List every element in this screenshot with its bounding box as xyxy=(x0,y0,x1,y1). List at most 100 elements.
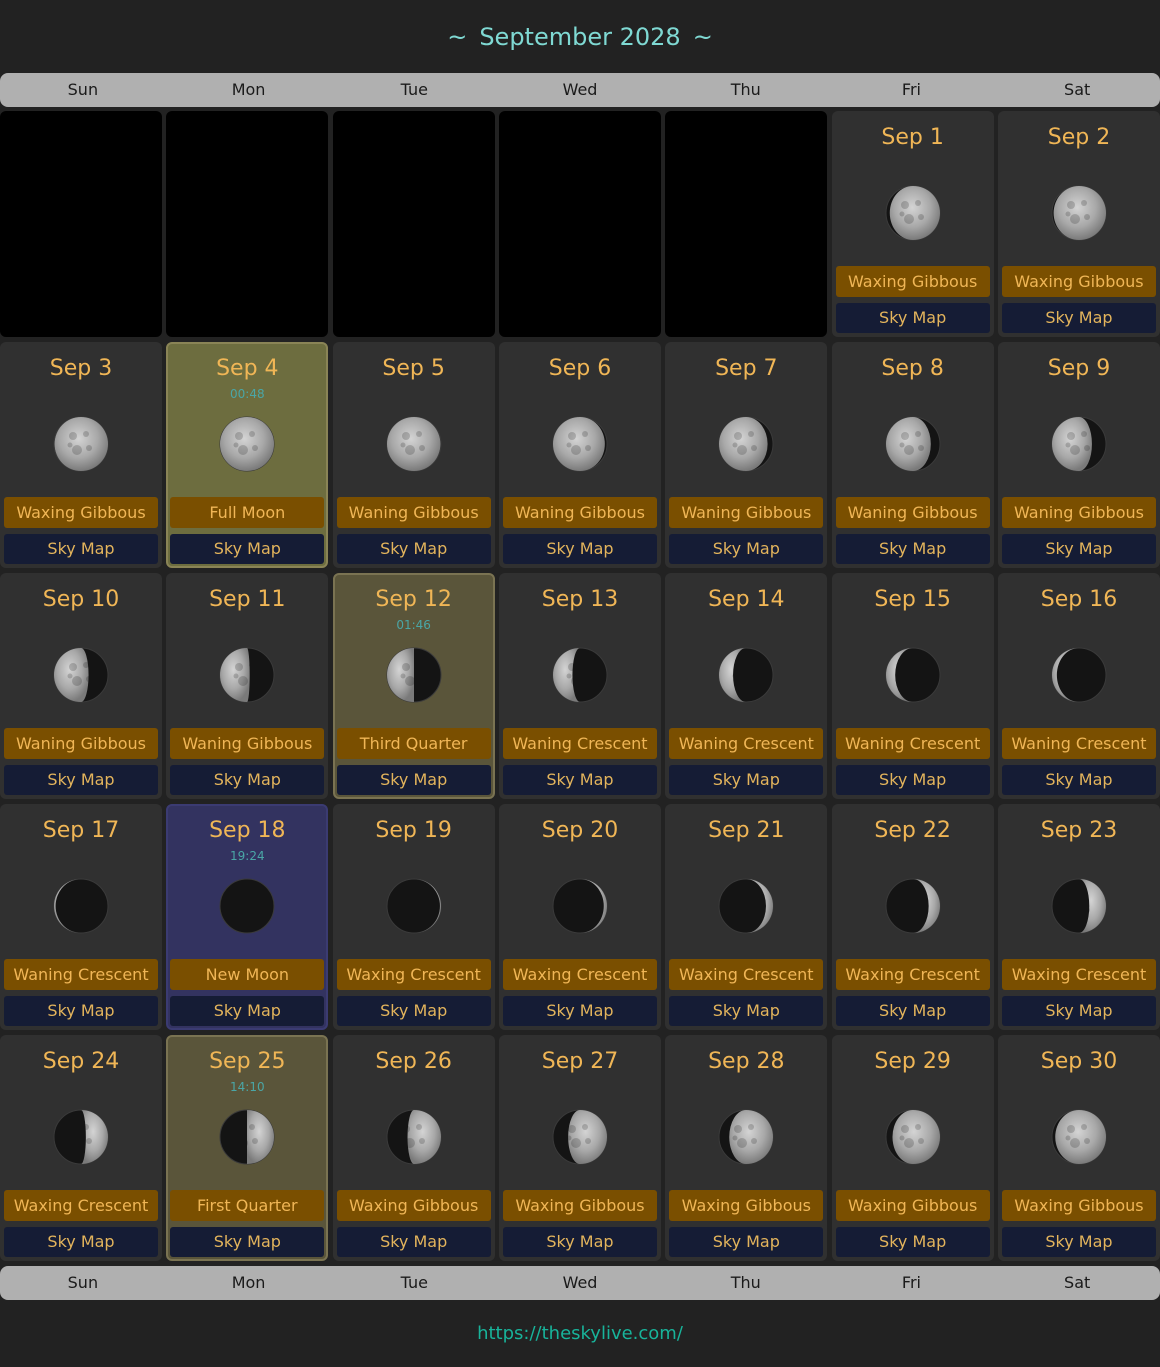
day-cell: Sep 11 Waning Gibbous Sky Map xyxy=(166,573,329,799)
sky-map-button[interactable]: Sky Map xyxy=(4,534,158,564)
phase-label: Waxing Crescent xyxy=(835,959,990,990)
day-date: Sep 28 xyxy=(708,1049,785,1074)
phase-label: Waxing Gibbous xyxy=(1001,266,1156,297)
day-cell: Sep 25 14:10 First Quarter Sky Map xyxy=(166,1035,329,1261)
sky-map-button[interactable]: Sky Map xyxy=(4,765,158,795)
sky-map-button[interactable]: Sky Map xyxy=(835,765,990,795)
sky-map-button[interactable]: Sky Map xyxy=(170,765,325,795)
sky-map-button[interactable]: Sky Map xyxy=(1001,996,1156,1026)
day-date: Sep 8 xyxy=(881,356,944,381)
day-date: Sep 24 xyxy=(42,1049,120,1074)
sky-map-button[interactable]: Sky Map xyxy=(502,996,657,1026)
weekday-wed: Wed xyxy=(562,80,598,99)
moon-phase-icon xyxy=(885,1109,941,1165)
day-cell: Sep 10 Waning Gibbous Sky Map xyxy=(0,573,162,799)
day-cell: Sep 23 Waxing Crescent Sky Map xyxy=(997,804,1160,1030)
moon-phase-icon xyxy=(219,416,275,472)
phase-time: 19:24 xyxy=(230,849,265,863)
phase-label: Waxing Gibbous xyxy=(4,497,158,528)
moon-phase-icon xyxy=(53,647,109,703)
footer-link[interactable]: https://theskylive.com/ xyxy=(0,1323,1160,1344)
sky-map-button[interactable]: Sky Map xyxy=(669,534,824,564)
phase-label: Waxing Crescent xyxy=(502,959,657,990)
page-title: ~ September 2028 ~ xyxy=(0,22,1160,52)
phase-label: Waxing Crescent xyxy=(336,959,491,990)
sky-map-button[interactable]: Sky Map xyxy=(336,996,491,1026)
phase-label: Waning Gibbous xyxy=(502,497,657,528)
phase-label: Third Quarter xyxy=(336,728,491,759)
weekday-tue: Tue xyxy=(400,80,428,99)
weekday-tue: Tue xyxy=(400,1273,428,1292)
moon-phase-icon xyxy=(885,878,941,934)
sky-map-button[interactable]: Sky Map xyxy=(4,996,158,1026)
sky-map-button[interactable]: Sky Map xyxy=(4,1227,158,1257)
sky-map-button[interactable]: Sky Map xyxy=(502,534,657,564)
sky-map-button[interactable]: Sky Map xyxy=(835,534,990,564)
sky-map-button[interactable]: Sky Map xyxy=(336,765,491,795)
empty-day-cell xyxy=(332,111,495,337)
empty-day-cell xyxy=(166,111,329,337)
sky-map-button[interactable]: Sky Map xyxy=(1001,765,1156,795)
moon-phase-icon xyxy=(1051,878,1107,934)
day-cell: Sep 18 19:24 New Moon Sky Map xyxy=(166,804,329,1030)
empty-day-cell xyxy=(665,111,828,337)
phase-label: New Moon xyxy=(170,959,325,990)
moon-phase-icon xyxy=(1051,416,1107,472)
moon-phase-icon xyxy=(219,878,275,934)
phase-label: Waning Crescent xyxy=(502,728,657,759)
sky-map-button[interactable]: Sky Map xyxy=(1001,534,1156,564)
sky-map-button[interactable]: Sky Map xyxy=(835,996,990,1026)
weekday-fri: Fri xyxy=(901,1273,921,1292)
weekday-sat: Sat xyxy=(1064,80,1091,99)
phase-label: Waxing Gibbous xyxy=(1001,1190,1156,1221)
sky-map-button[interactable]: Sky Map xyxy=(502,1227,657,1257)
sky-map-button[interactable]: Sky Map xyxy=(835,303,990,333)
moon-phase-icon xyxy=(885,185,941,241)
sky-map-button[interactable]: Sky Map xyxy=(336,1227,491,1257)
day-cell: Sep 17 Waning Crescent Sky Map xyxy=(0,804,162,1030)
day-date: Sep 16 xyxy=(1040,587,1118,612)
weekday-thu: Thu xyxy=(730,1273,761,1292)
moon-phase-icon xyxy=(1051,185,1107,241)
day-date: Sep 15 xyxy=(874,587,951,612)
sky-map-button[interactable]: Sky Map xyxy=(669,765,824,795)
sky-map-button[interactable]: Sky Map xyxy=(170,996,325,1026)
phase-time: 14:10 xyxy=(230,1080,265,1094)
moon-phase-icon xyxy=(53,1109,109,1165)
sky-map-button[interactable]: Sky Map xyxy=(502,765,657,795)
sky-map-button[interactable]: Sky Map xyxy=(669,1227,824,1257)
phase-label: Waxing Gibbous xyxy=(502,1190,657,1221)
sky-map-button[interactable]: Sky Map xyxy=(1001,303,1156,333)
sky-map-button[interactable]: Sky Map xyxy=(835,1227,990,1257)
phase-label: Full Moon xyxy=(170,497,325,528)
phase-label: Waxing Gibbous xyxy=(336,1190,491,1221)
moon-phase-icon xyxy=(1051,647,1107,703)
moon-phase-icon xyxy=(552,416,608,472)
phase-label: Waxing Crescent xyxy=(669,959,824,990)
day-cell: Sep 3 Waxing Gibbous Sky Map xyxy=(0,342,162,568)
sky-map-button[interactable]: Sky Map xyxy=(1001,1227,1156,1257)
day-date: Sep 27 xyxy=(541,1049,619,1074)
sky-map-button[interactable]: Sky Map xyxy=(669,996,824,1026)
day-cell: Sep 21 Waxing Crescent Sky Map xyxy=(665,804,828,1030)
day-date: Sep 9 xyxy=(1047,356,1111,381)
day-date: Sep 2 xyxy=(1047,125,1111,150)
sky-map-button[interactable]: Sky Map xyxy=(336,534,491,564)
day-date: Sep 25 xyxy=(209,1049,286,1074)
moon-phase-icon xyxy=(53,416,109,472)
day-cell: Sep 1 Waxing Gibbous Sky Map xyxy=(831,111,994,337)
day-cell: Sep 2 Waxing Gibbous Sky Map xyxy=(997,111,1160,337)
sky-map-button[interactable]: Sky Map xyxy=(170,534,325,564)
phase-label: Waxing Crescent xyxy=(1001,959,1156,990)
day-date: Sep 20 xyxy=(541,818,619,843)
day-date: Sep 23 xyxy=(1040,818,1118,843)
day-cell: Sep 6 Waning Gibbous Sky Map xyxy=(498,342,661,568)
moon-phase-icon xyxy=(386,1109,442,1165)
phase-label: Waxing Gibbous xyxy=(835,1190,990,1221)
phase-label: Waxing Crescent xyxy=(4,1190,158,1221)
sky-map-button[interactable]: Sky Map xyxy=(170,1227,325,1257)
day-date: Sep 22 xyxy=(874,818,951,843)
phase-time: 00:48 xyxy=(230,387,265,401)
weekday-sun: Sun xyxy=(67,1273,99,1292)
weekday-sat: Sat xyxy=(1064,1273,1091,1292)
